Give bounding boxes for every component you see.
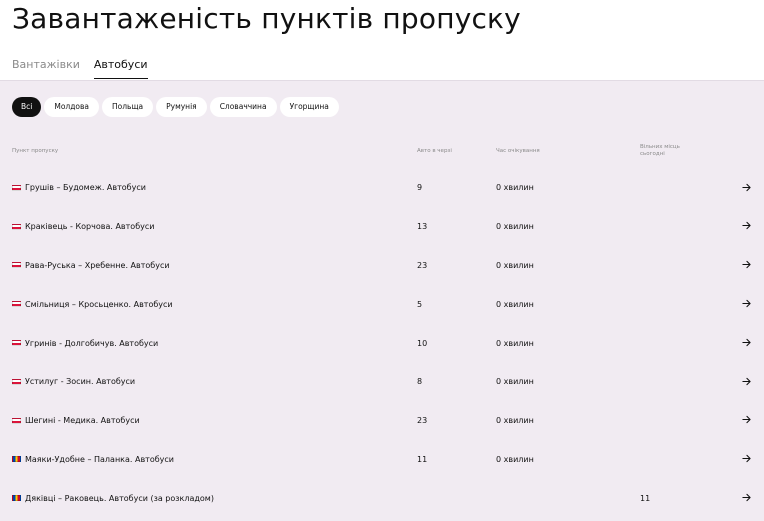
queue-count: 11 [417,454,428,464]
arrow-right-icon[interactable] [742,454,751,463]
queue-count: 13 [417,222,428,232]
checkpoint-name: Смільниця – Кросьценко. Автобуси [25,299,173,309]
table-row[interactable]: Устилуг - Зосин. Автобуси 8 0 хвилин [0,363,764,402]
page: Завантаженість пунктів пропуску Вантажів… [0,0,764,521]
column-header-wait: Час очікування [496,148,540,154]
tab-bar: Вантажівки Автобуси [12,58,148,80]
arrow-right-icon[interactable] [742,299,751,308]
country-filter: Всі Молдова Польща Румунія Словаччина Уг… [12,97,339,117]
poland-flag-icon [12,340,21,347]
poland-flag-icon [12,417,21,424]
wait-time: 0 хвилин [496,377,534,387]
checkpoint-name-cell: Маяки-Удобне – Паланка. Автобуси [12,440,174,479]
arrow-right-icon[interactable] [742,377,751,386]
moldova-flag-icon [12,456,21,463]
table-row[interactable]: Грушів – Будомеж. Автобуси 9 0 хвилин [0,169,764,208]
poland-flag-icon [12,223,21,230]
arrow-right-icon[interactable] [742,415,751,424]
checkpoint-name: Маяки-Удобне – Паланка. Автобуси [25,454,174,464]
table-row[interactable]: Шегині - Медика. Автобуси 23 0 хвилин [0,401,764,440]
checkpoint-name: Устилуг - Зосин. Автобуси [25,377,136,387]
queue-count: 10 [417,338,428,348]
queue-count: 5 [417,299,423,309]
queue-count: 23 [417,260,428,270]
filter-chip-poland[interactable]: Польща [102,97,154,117]
checkpoint-name-cell: Смільниця – Кросьценко. Автобуси [12,285,173,324]
table-row[interactable]: Краківець - Корчова. Автобуси 13 0 хвилин [0,207,764,246]
checkpoint-name: Краківець - Корчова. Автобуси [25,222,155,232]
wait-time: 0 хвилин [496,454,534,464]
free-slots: 11 [640,493,651,503]
checkpoint-name-cell: Краківець - Корчова. Автобуси [12,207,154,246]
checkpoint-name: Шегині - Медика. Автобуси [25,416,140,426]
header: Завантаженість пунктів пропуску Вантажів… [0,0,764,80]
wait-time: 0 хвилин [496,260,534,270]
filter-chip-slovakia[interactable]: Словаччина [209,97,277,117]
checkpoint-name: Грушів – Будомеж. Автобуси [25,183,146,193]
arrow-right-icon[interactable] [742,183,751,192]
checkpoint-name: Дяківці – Раковець. Автобуси (за розклад… [25,493,214,503]
arrow-right-icon[interactable] [742,338,751,347]
poland-flag-icon [12,184,21,191]
tab-trucks[interactable]: Вантажівки [12,58,80,79]
filter-chip-hungary[interactable]: Угорщина [279,97,339,117]
page-title: Завантаженість пунктів пропуску [12,2,521,35]
column-header-free-slots-line2: сьогодні [640,151,665,157]
checkpoint-name-cell: Грушів – Будомеж. Автобуси [12,169,146,208]
arrow-right-icon[interactable] [742,221,751,230]
column-header-free-slots: Вільних місць сьогодні [640,144,680,158]
arrow-right-icon[interactable] [742,493,751,502]
queue-count: 8 [417,377,423,387]
poland-flag-icon [12,378,21,385]
table-row[interactable]: Угринів - Долгобичув. Автобуси 10 0 хвилин [0,324,764,363]
table-row[interactable]: Рава-Руська – Хребенне. Автобуси 23 0 хвил… [0,246,764,285]
checkpoint-name-cell: Шегині - Медика. Автобуси [12,401,140,440]
checkpoint-name-cell: Дяківці – Раковець. Автобуси (за розклад… [12,479,214,518]
arrow-right-icon[interactable] [742,260,751,269]
checkpoint-name-cell: Угринів - Долгобичув. Автобуси [12,324,158,363]
wait-time: 0 хвилин [496,416,534,426]
tab-buses[interactable]: Автобуси [93,58,148,79]
checkpoint-name-cell: Рава-Руська – Хребенне. Автобуси [12,246,170,285]
filter-chip-moldova[interactable]: Молдова [44,97,100,117]
checkpoint-name: Угринів - Долгобичув. Автобуси [25,338,159,348]
wait-time: 0 хвилин [496,183,534,193]
queue-count: 23 [417,416,428,426]
checkpoint-name: Рава-Руська – Хребенне. Автобуси [25,260,170,270]
table-row[interactable]: Маяки-Удобне – Паланка. Автобуси 11 0 хвил… [0,440,764,479]
poland-flag-icon [12,301,21,308]
wait-time: 0 хвилин [496,222,534,232]
table-row[interactable]: Дяківці – Раковець. Автобуси (за розклад… [0,479,764,518]
column-header-free-slots-line1: Вільних місць [640,144,680,150]
wait-time: 0 хвилин [496,338,534,348]
column-header-queue: Авто в черзі [417,148,452,154]
queue-count: 9 [417,183,423,193]
wait-time: 0 хвилин [496,299,534,309]
filter-chip-all[interactable]: Всі [12,97,42,117]
filter-chip-romania[interactable]: Румунія [156,97,207,117]
column-header-checkpoint: Пункт пропуску [12,148,59,154]
checkpoint-name-cell: Устилуг - Зосин. Автобуси [12,363,135,402]
content-panel: Всі Молдова Польща Румунія Словаччина Уг… [0,80,764,521]
poland-flag-icon [12,262,21,269]
table-row[interactable]: Смільниця – Кросьценко. Автобуси 5 0 хвили… [0,285,764,324]
moldova-flag-icon [12,495,21,502]
